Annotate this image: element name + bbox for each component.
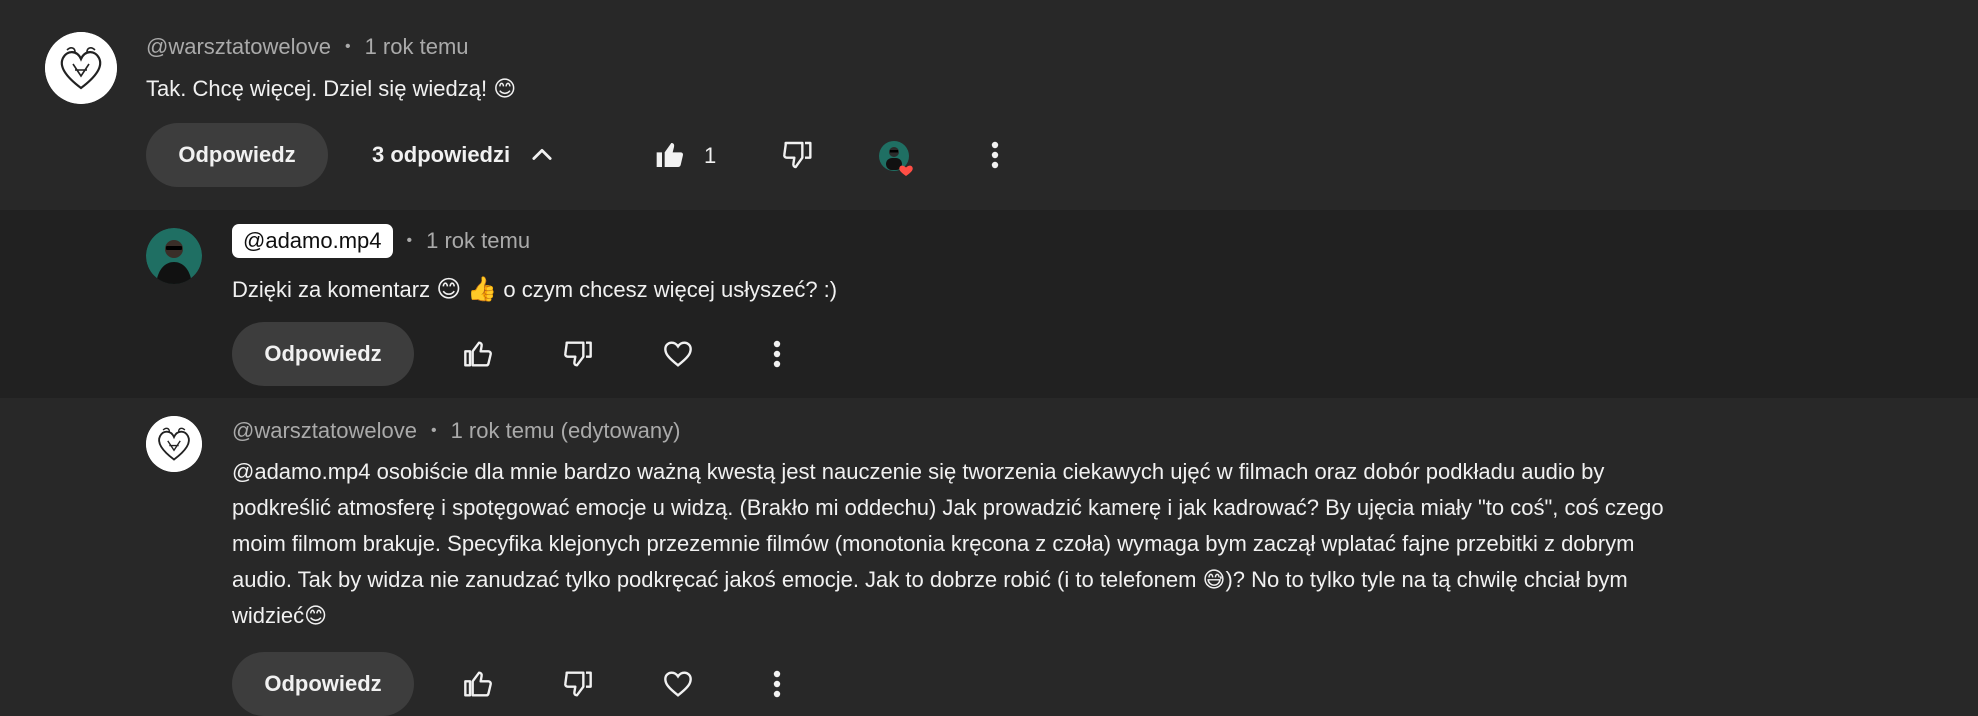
- reply-button[interactable]: Odpowiedz: [232, 652, 414, 716]
- chevron-up-icon: [528, 141, 556, 169]
- thumbs-up-emoji: 👍: [467, 276, 498, 303]
- separator-dot: •: [430, 422, 437, 439]
- thumbs-up-icon[interactable]: [652, 137, 688, 173]
- avatar-warsztatowelove[interactable]: [45, 32, 117, 104]
- reply-text-line: @adamo.mp4 osobiście dla mnie bardzo waż…: [232, 459, 1605, 484]
- separator-dot: •: [344, 38, 351, 55]
- reply-text-line: podkreślić atmosferę i spotęgować emocje…: [232, 495, 1664, 520]
- more-vertical-icon[interactable]: [764, 666, 790, 702]
- reply-highlighted: @adamo.mp4 • 1 rok temu Dzięki za koment…: [0, 210, 1978, 398]
- reply: @warsztatowelove • 1 rok temu (edytowany…: [0, 398, 1978, 716]
- timestamp[interactable]: 1 rok temu (edytowany): [451, 418, 681, 444]
- reply-text-line: audio. Tak by widza nie zanudzać tylko p…: [232, 567, 1628, 592]
- thumbs-up-icon[interactable]: [460, 666, 496, 702]
- timestamp[interactable]: 1 rok temu: [426, 228, 530, 254]
- reply-text-line: widzieć😊: [232, 603, 328, 628]
- smile-emoji: 😊: [436, 276, 462, 303]
- author-handle[interactable]: @warsztatowelove: [146, 34, 331, 60]
- thumbs-down-icon[interactable]: [779, 137, 815, 173]
- author-handle-chip[interactable]: @adamo.mp4: [232, 224, 393, 258]
- replies-toggle[interactable]: 3 odpowiedzi: [372, 141, 556, 169]
- reply-text-part: o czym chcesz więcej usłyszeć? :): [497, 277, 838, 302]
- heart-icon[interactable]: [660, 336, 696, 372]
- more-vertical-icon[interactable]: [980, 137, 1010, 173]
- author-handle[interactable]: @warsztatowelove: [232, 418, 417, 444]
- reply-text-part: Dzięki za komentarz: [232, 277, 437, 302]
- comment-text: Tak. Chcę więcej. Dziel się wiedzą! 😊: [146, 76, 517, 101]
- reply-meta: @adamo.mp4 • 1 rok temu: [232, 224, 530, 258]
- avatar-adamo[interactable]: [146, 228, 202, 284]
- thumbs-up-icon[interactable]: [460, 336, 496, 372]
- reply-button[interactable]: Odpowiedz: [232, 322, 414, 386]
- comment-meta: @warsztatowelove • 1 rok temu: [146, 34, 469, 60]
- creator-heart-badge: [878, 140, 914, 180]
- reply-text: Dzięki za komentarz 😊 👍 o czym chcesz wi…: [232, 272, 837, 308]
- like-count: 1: [704, 143, 717, 168]
- replies-count-label: 3 odpowiedzi: [372, 142, 511, 167]
- reply-text: @adamo.mp4 osobiście dla mnie bardzo waż…: [232, 454, 1664, 634]
- thumbs-down-icon[interactable]: [560, 336, 596, 372]
- thumbs-down-icon[interactable]: [560, 666, 596, 702]
- separator-dot: •: [406, 232, 413, 249]
- reply-text-line: moim filmom brakuje. Specyfika klejonych…: [232, 531, 1635, 556]
- reply-button[interactable]: Odpowiedz: [146, 123, 328, 187]
- avatar-warsztatowelove[interactable]: [146, 416, 202, 472]
- more-vertical-icon[interactable]: [764, 336, 790, 372]
- timestamp[interactable]: 1 rok temu: [365, 34, 469, 60]
- comment-top: @warsztatowelove • 1 rok temu Tak. Chcę …: [0, 0, 1978, 210]
- heart-icon[interactable]: [660, 666, 696, 702]
- reply-meta: @warsztatowelove • 1 rok temu (edytowany…: [232, 418, 680, 444]
